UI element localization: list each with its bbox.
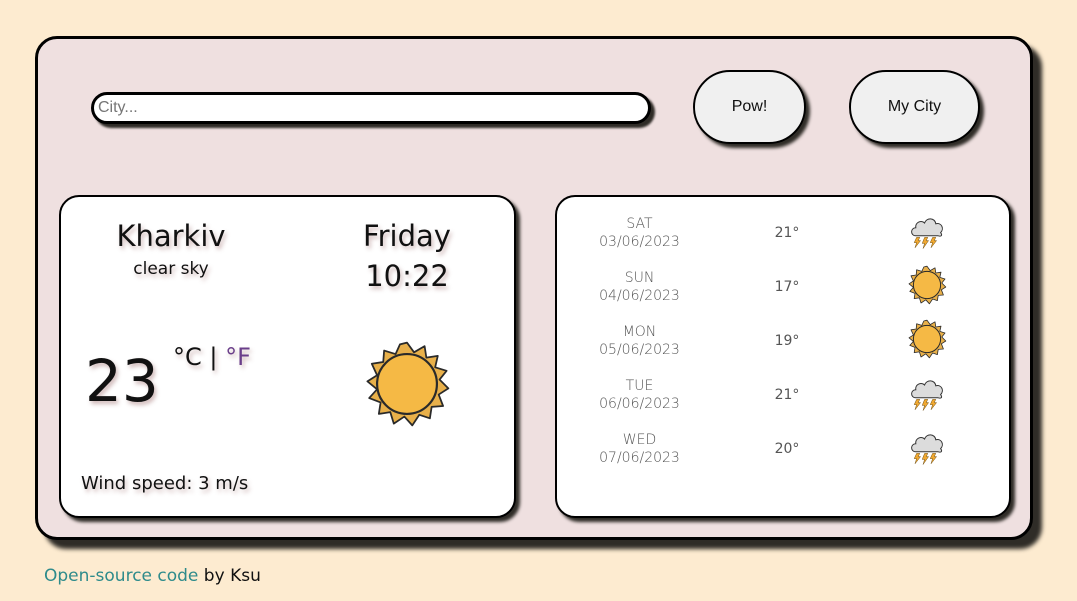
forecast-row: SUN 04/06/2023 17° [557, 269, 1009, 323]
thunderstorm-icon [907, 427, 947, 467]
unit-toggle: °C | °F [173, 343, 251, 371]
sun-icon [363, 340, 451, 428]
wind-speed: Wind speed: 3 m/s [81, 473, 249, 494]
current-temperature: 23 [85, 347, 159, 415]
forecast-row: SAT 03/06/2023 21° [557, 215, 1009, 269]
footer-author: by Ksu [198, 566, 261, 586]
current-time: 10:22 [365, 259, 449, 293]
my-city-button[interactable]: My City [849, 70, 980, 144]
forecast-weekday: SUN [624, 270, 655, 286]
forecast-temp: 21° [774, 387, 800, 403]
weather-app: Pow! My City Kharkiv clear sky Friday 10… [35, 36, 1033, 540]
forecast-date-value: 06/06/2023 [599, 396, 680, 412]
city-search-input[interactable] [91, 92, 651, 124]
forecast-weekday: WED [622, 432, 657, 448]
sun-icon [907, 265, 947, 305]
source-code-link[interactable]: Open-source code [44, 566, 198, 586]
forecast-weekday: SAT [626, 216, 653, 232]
forecast-date: SAT 03/06/2023 [577, 215, 702, 251]
forecast-row: TUE 06/06/2023 21° [557, 377, 1009, 431]
fahrenheit-link[interactable]: °F [225, 343, 251, 371]
celsius-link[interactable]: °C [173, 343, 202, 371]
forecast-date-value: 03/06/2023 [599, 234, 680, 250]
forecast-date-value: 07/06/2023 [599, 450, 680, 466]
forecast-date-value: 04/06/2023 [599, 288, 680, 304]
forecast-row: WED 07/06/2023 20° [557, 431, 1009, 485]
forecast-date-value: 05/06/2023 [599, 342, 680, 358]
search-button[interactable]: Pow! [693, 70, 806, 144]
forecast-row: MON 05/06/2023 19° [557, 323, 1009, 377]
forecast-date: MON 05/06/2023 [577, 323, 702, 359]
weather-description: clear sky [133, 259, 209, 279]
forecast-temp: 19° [774, 333, 800, 349]
forecast-temp: 20° [774, 441, 800, 457]
sun-icon [907, 319, 947, 359]
forecast-weekday: MON [622, 324, 657, 340]
forecast-date: TUE 06/06/2023 [577, 377, 702, 413]
forecast-date: SUN 04/06/2023 [577, 269, 702, 305]
forecast-temp: 17° [774, 279, 800, 295]
thunderstorm-icon [907, 373, 947, 413]
thunderstorm-icon [907, 211, 947, 251]
forecast-date: WED 07/06/2023 [577, 431, 702, 467]
forecast-weekday: TUE [625, 378, 654, 394]
city-name: Kharkiv [116, 219, 226, 253]
forecast-temp: 21° [774, 225, 800, 241]
unit-separator: | [209, 343, 218, 371]
footer: Open-source code by Ksu [44, 566, 261, 586]
current-day: Friday [363, 219, 451, 253]
forecast-card: SAT 03/06/2023 21° SUN 04/06/2023 17° MON 05/06… [555, 195, 1011, 518]
current-weather-card: Kharkiv clear sky Friday 10:22 23 °C | °… [59, 195, 516, 518]
